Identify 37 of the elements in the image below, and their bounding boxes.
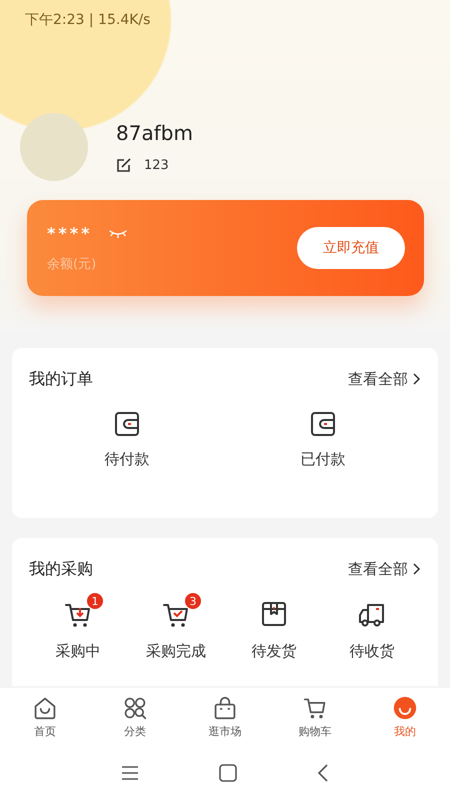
recharge-button[interactable]: 立即充值 xyxy=(297,227,405,269)
tab-item[interactable]: 购物车 xyxy=(270,696,360,738)
tab-item[interactable]: 逛市场 xyxy=(180,696,270,738)
status-time: 下午2:23 | 15.4K/s xyxy=(25,11,150,29)
back-icon[interactable] xyxy=(317,764,329,782)
wallet-icon[interactable] xyxy=(113,410,141,438)
home-square-icon[interactable] xyxy=(219,764,237,782)
chevron-right-icon xyxy=(413,373,421,385)
section-title: 我的订单 xyxy=(29,368,93,390)
edit-icon[interactable] xyxy=(116,157,132,173)
balance-amount: **** xyxy=(47,224,92,242)
item-label[interactable]: 待付款 xyxy=(104,450,150,469)
home-icon xyxy=(33,696,57,720)
menu-icon[interactable] xyxy=(121,766,139,780)
item-label[interactable]: 待发货 xyxy=(252,642,296,661)
count-badge: 3 xyxy=(184,592,202,610)
balance-label: 余额(元) xyxy=(47,256,98,272)
username: 87afbm xyxy=(116,121,193,145)
item-label[interactable]: 已付款 xyxy=(300,450,346,469)
smile-face-icon xyxy=(393,696,417,720)
tab-item[interactable]: 分类 xyxy=(90,696,180,738)
wallet-icon[interactable] xyxy=(309,410,337,438)
item-label[interactable]: 采购中 xyxy=(56,642,100,661)
cart-icon xyxy=(303,696,327,720)
bag-icon xyxy=(213,696,237,720)
view-all-link[interactable]: 查看全部 xyxy=(348,370,421,388)
view-all-link[interactable]: 查看全部 xyxy=(348,560,421,578)
item-label[interactable]: 采购完成 xyxy=(146,642,206,661)
item-label[interactable]: 待收货 xyxy=(350,642,394,661)
count-badge: 1 xyxy=(86,592,104,610)
tab-item[interactable]: 我的 xyxy=(360,696,450,738)
tab-item[interactable]: 首页 xyxy=(0,696,90,738)
signature-text: 123 xyxy=(144,158,169,172)
chevron-right-icon xyxy=(413,563,421,575)
section-title: 我的采购 xyxy=(29,558,93,580)
grid-icon xyxy=(123,696,147,720)
box-icon[interactable] xyxy=(260,600,288,628)
